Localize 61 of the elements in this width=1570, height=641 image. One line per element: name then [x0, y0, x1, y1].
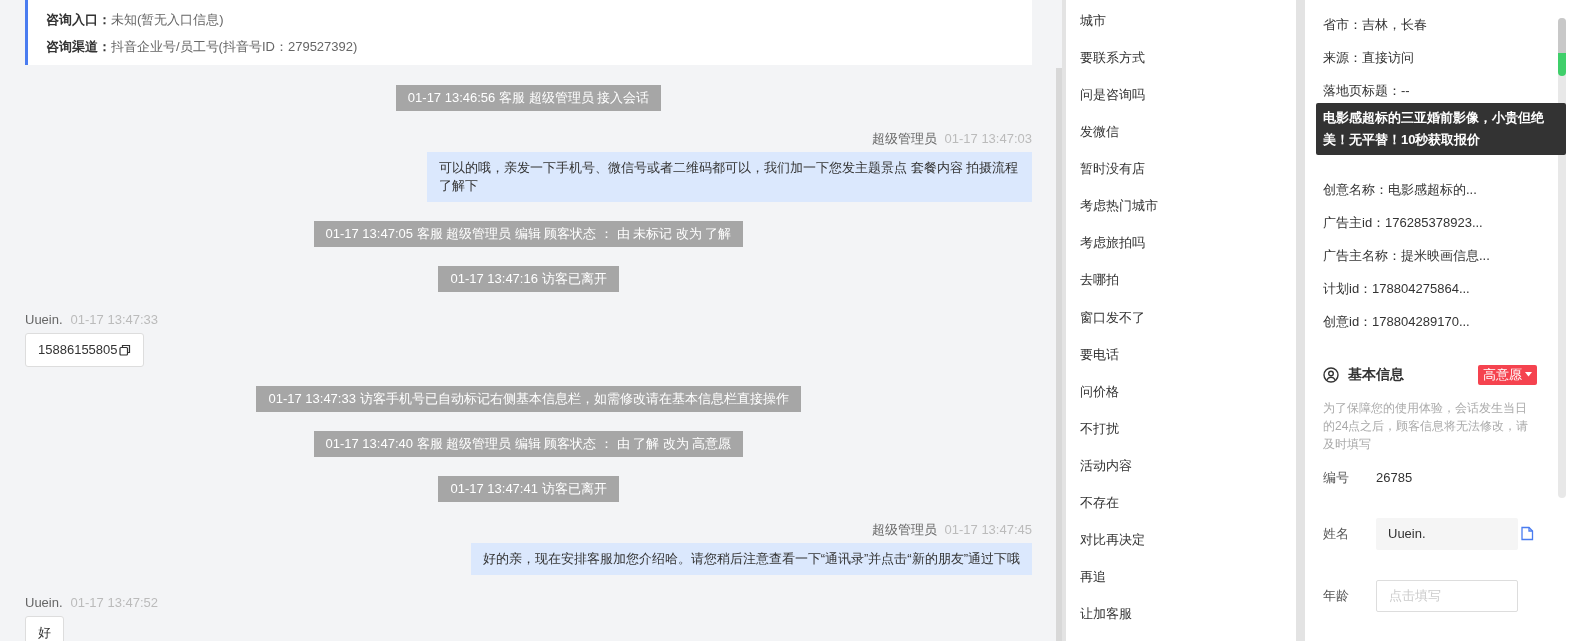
field-label: 姓名: [1323, 524, 1350, 543]
lead-info-row-text: 创意id：178804289170...: [1323, 313, 1471, 331]
quick-reply-item[interactable]: 问是咨询吗: [1080, 85, 1296, 123]
message-text: 15886155805: [38, 341, 118, 359]
scrollbar-thumb[interactable]: [1558, 18, 1566, 76]
lead-info-row-text: 省市：吉林，长春: [1323, 16, 1428, 34]
lead-info-row-text: 广告主名称：提米映画信息...: [1323, 247, 1491, 265]
quick-reply-item[interactable]: 考虑热门城市: [1080, 196, 1296, 234]
message-bubble: 好的亲，现在安排客服加您介绍哈。请您稍后注意查看一下“通讯录”并点击“新的朋友”通过下哦: [470, 543, 1032, 575]
sender-name: 超级管理员: [871, 521, 937, 539]
quick-reply-item[interactable]: 不打扰: [1080, 418, 1296, 456]
section-title: 基本信息: [1348, 365, 1404, 384]
message-time: 01-17 13:47:45: [944, 521, 1032, 539]
quick-reply-item[interactable]: 不存在: [1080, 492, 1296, 530]
field-label: 年龄: [1323, 586, 1350, 605]
caret-icon: [1525, 372, 1532, 377]
quick-reply-item[interactable]: 窗口发不了: [1080, 307, 1296, 345]
lead-info-row-text: 计划id：178804275864...: [1323, 280, 1471, 298]
message-time: 01-17 13:47:03: [944, 130, 1032, 148]
intent-dropdown[interactable]: 高意愿: [1478, 364, 1537, 385]
quick-reply-item[interactable]: 考虑旅拍吗: [1080, 233, 1296, 271]
info-label: 咨询入口：: [46, 11, 111, 29]
copy-icon[interactable]: [118, 344, 131, 356]
field-value: 26785: [1376, 469, 1413, 487]
system-notice: 01-17 13:47:41 访客已离开: [438, 476, 619, 502]
lead-info-row-text: 广告主id：176285378923...: [1323, 214, 1484, 232]
system-notice: 01-17 13:47:40 客服 超级管理员 编辑 顾客状态 ： 由 了解 改为 高意愿: [313, 431, 744, 457]
quick-reply-item[interactable]: 去哪拍: [1080, 270, 1296, 308]
message-bubble: 可以的哦，亲发一下手机号、微信号或者二维码都可以，我们加一下您发主题景点 套餐内容 拍摄流程了解下: [427, 152, 1032, 202]
quick-reply-item[interactable]: 对比再决定: [1080, 529, 1296, 567]
notice-text: 为了保障您的使用体验，会话发生当日的24点之后，顾客信息将无法修改，请及时填写: [1323, 400, 1530, 453]
message-time: 01-17 13:47:33: [70, 311, 159, 329]
quick-reply-item[interactable]: 让加客服: [1080, 604, 1296, 641]
message-time: 01-17 13:47:52: [70, 594, 159, 612]
lead-info-row-text: 来源：直接访问: [1323, 49, 1415, 67]
system-notice: 01-17 13:47:16 访客已离开: [438, 266, 619, 292]
quick-reply-item[interactable]: 暂时没有店: [1080, 159, 1296, 197]
document-icon[interactable]: [1521, 526, 1534, 541]
tooltip: 电影感超标的三亚婚前影像，小贵但绝美！无平替！10秒获取报价: [1316, 103, 1566, 155]
quick-reply-item[interactable]: 活动内容: [1080, 455, 1296, 493]
info-label: 咨询渠道：: [46, 38, 111, 56]
user-circle-icon: [1323, 366, 1339, 383]
quick-reply-item[interactable]: 问价格: [1080, 381, 1296, 419]
quick-reply-item[interactable]: 发微信: [1080, 122, 1296, 160]
message-text: 好: [38, 624, 51, 641]
field-label: 编号: [1323, 469, 1350, 487]
sender-name: Uuein.: [25, 311, 63, 329]
info-value: 未知(暂无入口信息): [111, 11, 224, 29]
quick-reply-item[interactable]: 再追: [1080, 566, 1296, 604]
name-field[interactable]: Uuein.: [1376, 517, 1518, 550]
system-notice: 01-17 13:47:33 访客手机号已自动标记右侧基本信息栏，如需修改请在基本信息栏直接操作: [256, 386, 801, 412]
sender-name: 超级管理员: [871, 130, 937, 148]
quick-reply-item[interactable]: 要联系方式: [1080, 48, 1296, 86]
system-notice: 01-17 13:47:05 客服 超级管理员 编辑 顾客状态 ： 由 未标记 改为 了解: [313, 221, 744, 247]
quick-reply-item[interactable]: 城市: [1080, 11, 1296, 49]
quick-reply-item[interactable]: 要电话: [1080, 344, 1296, 382]
system-notice: 01-17 13:46:56 客服 超级管理员 接入会话: [395, 85, 662, 111]
sender-name: Uuein.: [25, 594, 63, 612]
info-value: 抖音企业号/员工号(抖音号ID：279527392): [111, 38, 358, 56]
lead-info-row-text: 创意名称：电影感超标的...: [1323, 181, 1478, 199]
lead-info-row-text: 落地页标题：--: [1323, 82, 1411, 100]
